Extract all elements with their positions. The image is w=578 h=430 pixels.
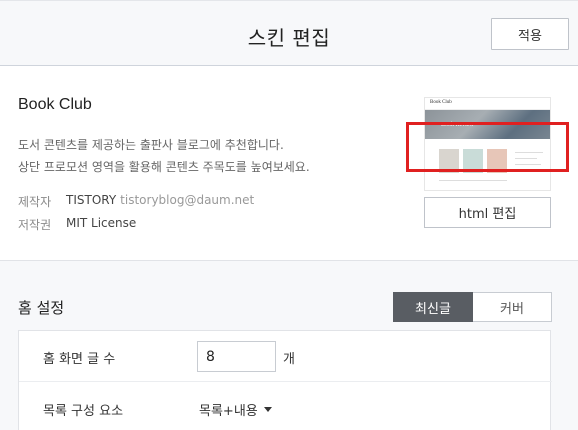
license-label: 저작권 bbox=[18, 218, 52, 232]
header-bar: 스킨 편집 적용 bbox=[0, 0, 578, 66]
home-settings-title: 홈 설정 bbox=[18, 299, 65, 317]
skin-description: 도서 콘텐츠를 제공하는 출판사 블로그에 추천합니다. 상단 프로모션 영역을… bbox=[18, 134, 310, 178]
skin-description-line2: 상단 프로모션 영역을 활용해 콘텐츠 주목도를 높여보세요. bbox=[18, 160, 310, 174]
home-settings-box: 홈 화면 글 수 개 목록 구성 요소 목록+내용 bbox=[18, 330, 552, 430]
skin-description-line1: 도서 콘텐츠를 제공하는 출판사 블로그에 추천합니다. bbox=[18, 138, 284, 152]
author-row: 제작자 TISTORY tistoryblog@daum.net bbox=[18, 193, 254, 210]
author-label: 제작자 bbox=[18, 195, 52, 209]
list-composition-label: 목록 구성 요소 bbox=[43, 404, 124, 419]
skin-name: Book Club bbox=[18, 96, 92, 113]
chevron-down-icon bbox=[263, 407, 272, 412]
author-name: TISTORY bbox=[66, 193, 117, 207]
license-row: 저작권 MIT License bbox=[18, 216, 136, 233]
apply-button[interactable]: 적용 bbox=[491, 18, 569, 50]
highlight-box bbox=[406, 122, 569, 172]
thumbnail-line bbox=[439, 180, 507, 181]
list-composition-select[interactable]: 목록+내용 bbox=[199, 400, 272, 419]
license-value: MIT License bbox=[66, 216, 137, 230]
row-divider bbox=[19, 381, 552, 382]
tab-latest-posts[interactable]: 최신글 bbox=[393, 292, 473, 322]
html-edit-button[interactable]: html 편집 bbox=[424, 197, 551, 228]
tab-cover[interactable]: 커버 bbox=[473, 292, 552, 322]
post-count-unit: 개 bbox=[283, 352, 295, 367]
author-email: tistoryblog@daum.net bbox=[120, 193, 255, 207]
thumbnail-header: Book Club bbox=[425, 98, 550, 110]
post-count-label: 홈 화면 글 수 bbox=[43, 352, 116, 367]
thumbnail-logo: Book Club bbox=[430, 100, 452, 105]
list-composition-value: 목록+내용 bbox=[199, 404, 258, 419]
post-count-input[interactable] bbox=[197, 341, 276, 372]
